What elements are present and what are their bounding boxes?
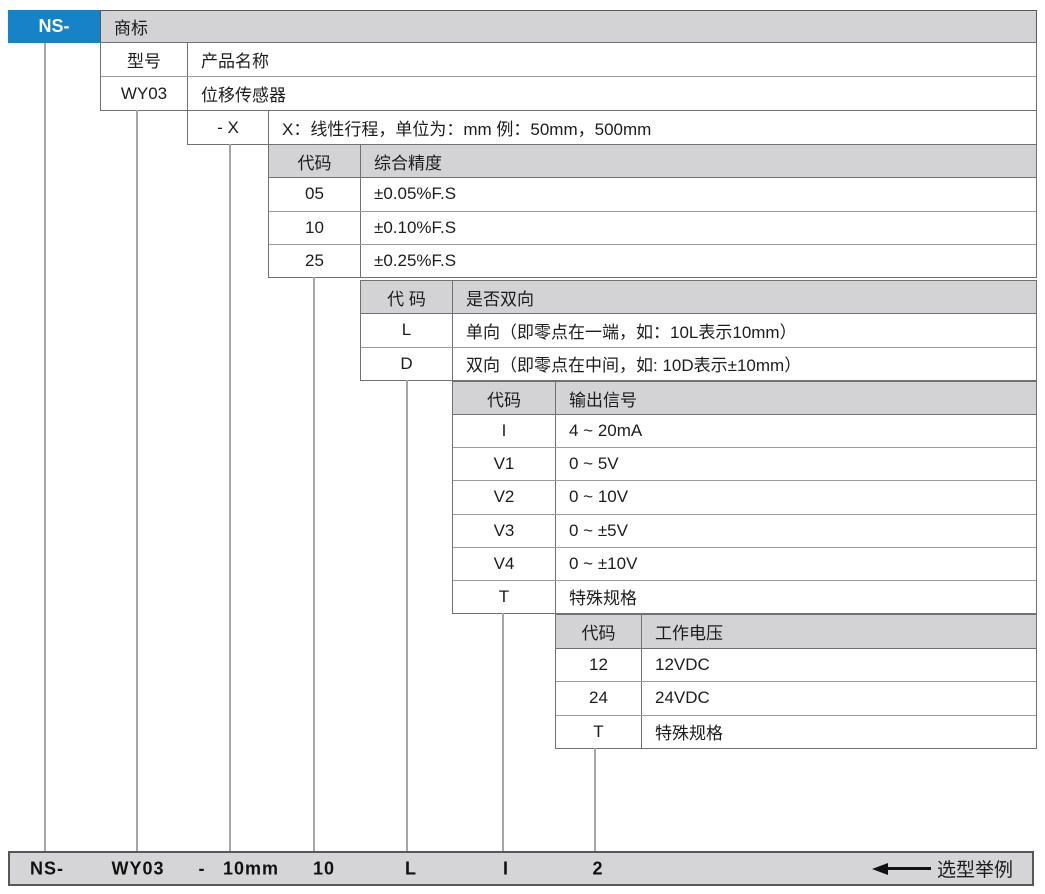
table-row: V2 0 ~ 10V xyxy=(453,481,1036,514)
voltage-header-code: 代码 xyxy=(556,615,642,648)
voltage-table: 代码 工作电压 12 12VDC 24 24VDC T 特殊规格 xyxy=(555,614,1037,749)
direction-header-label: 是否双向 xyxy=(453,281,1036,313)
trademark-header: 商标 xyxy=(100,10,1037,43)
arrow-line xyxy=(888,867,931,870)
example-item: I xyxy=(503,858,509,879)
table-row: 12 12VDC xyxy=(556,649,1036,683)
table-header-row: 型号 产品名称 xyxy=(101,43,1036,77)
table-row: V1 0 ~ 5V xyxy=(453,448,1036,481)
direction-value: 双向（即零点在中间，如: 10D表示±10mm） xyxy=(453,348,1036,380)
table-row: V3 0 ~ ±5V xyxy=(453,515,1036,548)
direction-code: L xyxy=(361,314,453,346)
direction-code: D xyxy=(361,348,453,380)
table-row: I 4 ~ 20mA xyxy=(453,415,1036,448)
prefix-code-box: NS- xyxy=(8,10,100,43)
connector-line xyxy=(502,613,504,851)
example-item: 10mm xyxy=(223,858,279,879)
example-label: 选型举例 xyxy=(937,855,1013,882)
example-item: 10 xyxy=(313,858,335,879)
output-value: 0 ~ ±10V xyxy=(556,548,1036,580)
table-row: 24 24VDC xyxy=(556,682,1036,716)
table-row: WY03 位移传感器 xyxy=(101,77,1036,110)
table-row: 10 ±0.10%F.S xyxy=(269,212,1036,245)
table-header-row: 代码 输出信号 xyxy=(453,382,1036,415)
stroke-code: - X xyxy=(188,111,269,144)
example-item: NS- xyxy=(30,858,64,879)
accuracy-header-label: 综合精度 xyxy=(361,145,1036,177)
accuracy-value: ±0.25%F.S xyxy=(361,245,1036,277)
table-row: T 特殊规格 xyxy=(453,581,1036,613)
accuracy-code: 25 xyxy=(269,245,361,277)
table-row: 25 ±0.25%F.S xyxy=(269,245,1036,277)
table-row: D 双向（即零点在中间，如: 10D表示±10mm） xyxy=(361,348,1036,380)
accuracy-header-code: 代码 xyxy=(269,145,361,177)
example-item: 2 xyxy=(592,858,603,879)
connector-line xyxy=(136,110,138,851)
model-table: 型号 产品名称 WY03 位移传感器 xyxy=(100,42,1037,111)
example-item: - xyxy=(199,858,206,879)
accuracy-value: ±0.05%F.S xyxy=(361,178,1036,210)
model-header-name: 产品名称 xyxy=(188,43,1036,76)
voltage-value: 特殊规格 xyxy=(642,716,1036,749)
output-header-label: 输出信号 xyxy=(556,382,1036,414)
output-value: 特殊规格 xyxy=(556,581,1036,613)
model-code: WY03 xyxy=(101,77,188,110)
voltage-code: T xyxy=(556,716,642,749)
table-row: L 单向（即零点在一端，如：10L表示10mm） xyxy=(361,314,1036,347)
example-arrow: 选型举例 xyxy=(872,853,1013,884)
output-code: V4 xyxy=(453,548,556,580)
connector-line xyxy=(594,748,596,851)
output-value: 4 ~ 20mA xyxy=(556,415,1036,447)
example-item: WY03 xyxy=(111,858,164,879)
table-header-row: 代码 综合精度 xyxy=(269,145,1036,178)
table-header-row: 代码 工作电压 xyxy=(556,615,1036,649)
connector-line xyxy=(229,144,231,851)
output-value: 0 ~ 10V xyxy=(556,481,1036,513)
output-code: T xyxy=(453,581,556,613)
stroke-desc: X：线性行程，单位为：mm 例：50mm，500mm xyxy=(269,111,1036,144)
output-code: V3 xyxy=(453,515,556,547)
ordering-code-diagram: NS- 商标 型号 产品名称 WY03 位移传感器 - X X：线性行程，单位为… xyxy=(0,0,1045,894)
direction-value: 单向（即零点在一端，如：10L表示10mm） xyxy=(453,314,1036,346)
direction-header-code: 代 码 xyxy=(361,281,453,313)
connector-line xyxy=(406,380,408,851)
example-item: L xyxy=(405,858,417,879)
voltage-value: 12VDC xyxy=(642,649,1036,682)
table-row: 05 ±0.05%F.S xyxy=(269,178,1036,211)
connector-line xyxy=(313,277,315,851)
accuracy-table: 代码 综合精度 05 ±0.05%F.S 10 ±0.10%F.S 25 ±0.… xyxy=(268,144,1037,278)
accuracy-code: 10 xyxy=(269,212,361,244)
output-header-code: 代码 xyxy=(453,382,556,414)
model-header-code: 型号 xyxy=(101,43,188,76)
output-code: V1 xyxy=(453,448,556,480)
voltage-value: 24VDC xyxy=(642,682,1036,715)
table-header-row: 代 码 是否双向 xyxy=(361,281,1036,314)
output-code: V2 xyxy=(453,481,556,513)
table-row: V4 0 ~ ±10V xyxy=(453,548,1036,581)
voltage-header-label: 工作电压 xyxy=(642,615,1036,648)
accuracy-code: 05 xyxy=(269,178,361,210)
example-bar: NS- WY03 - 10mm 10 L I 2 选型举例 xyxy=(8,851,1034,886)
output-value: 0 ~ ±5V xyxy=(556,515,1036,547)
output-value: 0 ~ 5V xyxy=(556,448,1036,480)
table-row: - X X：线性行程，单位为：mm 例：50mm，500mm xyxy=(188,111,1036,144)
table-row: T 特殊规格 xyxy=(556,716,1036,749)
voltage-code: 24 xyxy=(556,682,642,715)
connector-line xyxy=(44,43,46,851)
accuracy-value: ±0.10%F.S xyxy=(361,212,1036,244)
output-code: I xyxy=(453,415,556,447)
voltage-code: 12 xyxy=(556,649,642,682)
model-name: 位移传感器 xyxy=(188,77,1036,110)
arrow-left-icon xyxy=(872,863,888,875)
direction-table: 代 码 是否双向 L 单向（即零点在一端，如：10L表示10mm） D 双向（即… xyxy=(360,280,1037,381)
stroke-row: - X X：线性行程，单位为：mm 例：50mm，500mm xyxy=(187,110,1037,145)
output-signal-table: 代码 输出信号 I 4 ~ 20mA V1 0 ~ 5V V2 0 ~ 10V … xyxy=(452,381,1037,614)
